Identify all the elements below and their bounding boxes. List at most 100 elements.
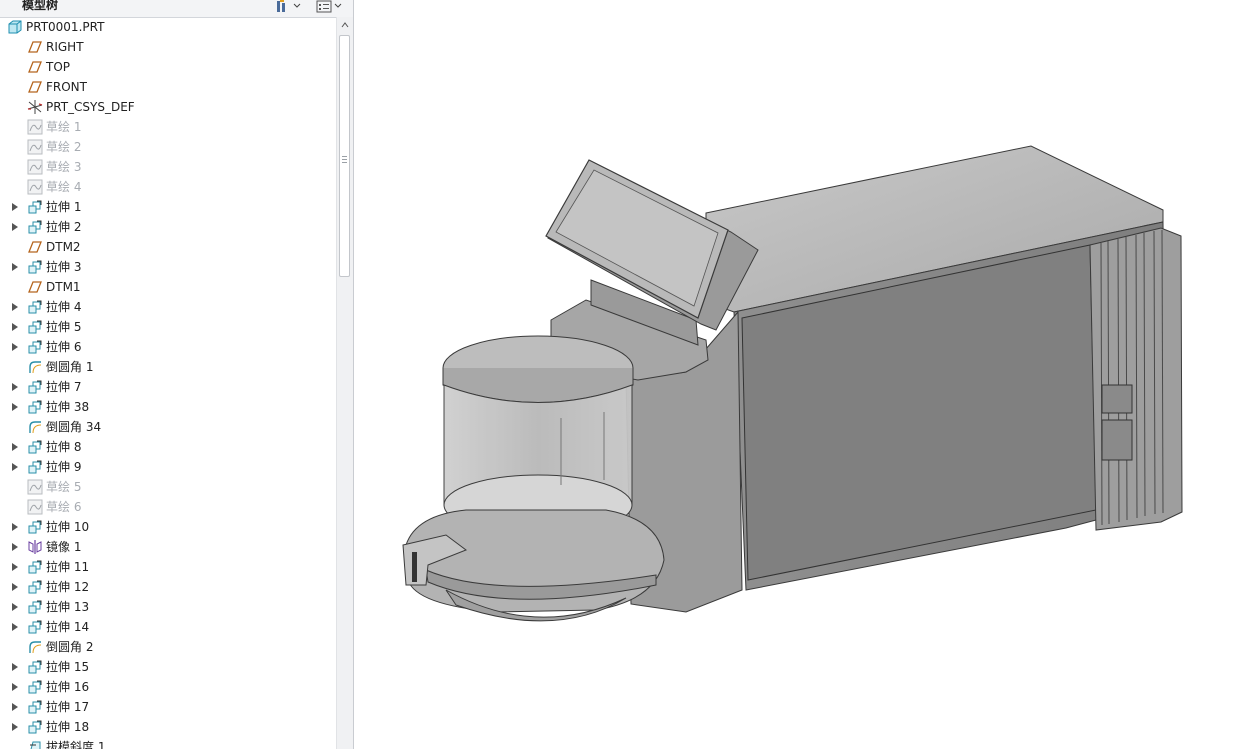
tree-item[interactable]: 拉伸 6 [0, 337, 336, 357]
tree-item[interactable]: 拉伸 3 [0, 257, 336, 277]
expand-arrow-icon[interactable] [10, 662, 20, 672]
extrude-icon [27, 219, 43, 235]
expand-arrow-icon[interactable] [10, 222, 20, 232]
tree-settings-button[interactable] [275, 0, 301, 14]
tree-item[interactable]: 拉伸 16 [0, 677, 336, 697]
tree-item[interactable]: 倒圆角 2 [0, 637, 336, 657]
scroll-up-button[interactable] [337, 17, 353, 33]
tree-item[interactable]: 拉伸 11 [0, 557, 336, 577]
tree-item[interactable]: PRT_CSYS_DEF [0, 97, 336, 117]
expand-arrow-icon[interactable] [10, 602, 20, 612]
tree-item[interactable]: 草绘 3 [0, 157, 336, 177]
expand-arrow-icon[interactable] [10, 582, 20, 592]
tree-item[interactable]: 拉伸 17 [0, 697, 336, 717]
extrude-icon [27, 599, 43, 615]
extrude-icon [27, 339, 43, 355]
expand-arrow-icon[interactable] [10, 322, 20, 332]
expand-arrow-icon[interactable] [10, 722, 20, 732]
mirror-icon [27, 539, 43, 555]
expand-arrow-icon[interactable] [10, 542, 20, 552]
tree-settings-icon [277, 0, 285, 12]
tree-item[interactable]: 拉伸 2 [0, 217, 336, 237]
tree-item-label: 拉伸 12 [46, 580, 90, 594]
vent-port-2 [1101, 419, 1133, 461]
sketch-icon [27, 119, 43, 135]
tree-item[interactable]: 拉伸 14 [0, 617, 336, 637]
expand-arrow-icon[interactable] [10, 462, 20, 472]
tree-item[interactable]: 拉伸 5 [0, 317, 336, 337]
expand-arrow-icon[interactable] [10, 682, 20, 692]
extrude-icon [27, 699, 43, 715]
model-tree: PRT0001.PRT RIGHT TOP FRONT PRT_CSYS_DEF 草绘 … [0, 17, 336, 749]
tree-item[interactable]: 镜像 1 [0, 537, 336, 557]
tree-item[interactable]: RIGHT [0, 37, 336, 57]
tree-item-label: PRT_CSYS_DEF [46, 100, 135, 114]
sketch-icon [27, 159, 43, 175]
tree-item[interactable]: 草绘 2 [0, 137, 336, 157]
tree-item-label: 拉伸 8 [46, 440, 82, 454]
extrude-icon [27, 559, 43, 575]
expand-arrow-icon[interactable] [10, 302, 20, 312]
extrude-icon [27, 719, 43, 735]
tree-item-label: TOP [46, 60, 71, 74]
tree-root-item[interactable]: PRT0001.PRT [0, 17, 336, 37]
extrude-icon [27, 399, 43, 415]
tree-item[interactable]: 草绘 4 [0, 177, 336, 197]
tree-item-label: 拉伸 4 [46, 300, 82, 314]
extrude-icon [27, 259, 43, 275]
expand-arrow-icon[interactable] [10, 262, 20, 272]
expand-arrow-icon[interactable] [10, 402, 20, 412]
extrude-icon [27, 439, 43, 455]
tree-item-label: DTM2 [46, 240, 81, 254]
tree-item[interactable]: 拉伸 38 [0, 397, 336, 417]
tree-item-label: 拉伸 6 [46, 340, 82, 354]
scroll-grip-icon [342, 156, 347, 165]
tree-item[interactable]: 倒圆角 34 [0, 417, 336, 437]
expand-arrow-icon[interactable] [10, 202, 20, 212]
expand-arrow-icon[interactable] [10, 342, 20, 352]
tree-item[interactable]: 拉伸 9 [0, 457, 336, 477]
tree-show-button[interactable] [316, 0, 342, 14]
tree-item[interactable]: 草绘 6 [0, 497, 336, 517]
extrude-icon [27, 579, 43, 595]
tree-item[interactable]: 拉伸 10 [0, 517, 336, 537]
extrude-icon [27, 679, 43, 695]
tree-item[interactable]: 拉伸 7 [0, 377, 336, 397]
tree-item[interactable]: 拉伸 13 [0, 597, 336, 617]
expand-arrow-icon[interactable] [10, 382, 20, 392]
datum-plane-icon [27, 59, 43, 75]
tree-item-label: FRONT [46, 80, 87, 94]
tree-item[interactable]: DTM1 [0, 277, 336, 297]
expand-arrow-icon[interactable] [10, 442, 20, 452]
tree-item[interactable]: DTM2 [0, 237, 336, 257]
tree-item-label: 草绘 5 [46, 480, 82, 494]
tree-item[interactable]: 草绘 5 [0, 477, 336, 497]
tree-item[interactable]: 拉伸 4 [0, 297, 336, 317]
tree-item[interactable]: 拔模斜度 1 [0, 737, 336, 749]
tree-item-label: 拉伸 13 [46, 600, 90, 614]
tree-item[interactable]: 拉伸 1 [0, 197, 336, 217]
tree-item-label: DTM1 [46, 280, 81, 294]
sketch-icon [27, 499, 43, 515]
tree-item[interactable]: 草绘 1 [0, 117, 336, 137]
tree-scrollbar[interactable] [336, 17, 353, 749]
sketch-icon [27, 139, 43, 155]
extrude-icon [27, 199, 43, 215]
3d-viewport[interactable] [356, 0, 1253, 749]
round-icon [27, 639, 43, 655]
scroll-thumb[interactable] [339, 35, 350, 277]
tree-item[interactable]: 拉伸 15 [0, 657, 336, 677]
extrude-icon [27, 519, 43, 535]
tree-item[interactable]: 倒圆角 1 [0, 357, 336, 377]
tree-item-label: 草绘 6 [46, 500, 82, 514]
round-icon [27, 359, 43, 375]
expand-arrow-icon[interactable] [10, 702, 20, 712]
expand-arrow-icon[interactable] [10, 562, 20, 572]
tree-item[interactable]: 拉伸 18 [0, 717, 336, 737]
tree-item[interactable]: FRONT [0, 77, 336, 97]
expand-arrow-icon[interactable] [10, 622, 20, 632]
tree-item[interactable]: 拉伸 8 [0, 437, 336, 457]
tree-item[interactable]: 拉伸 12 [0, 577, 336, 597]
tree-item[interactable]: TOP [0, 57, 336, 77]
expand-arrow-icon[interactable] [10, 522, 20, 532]
